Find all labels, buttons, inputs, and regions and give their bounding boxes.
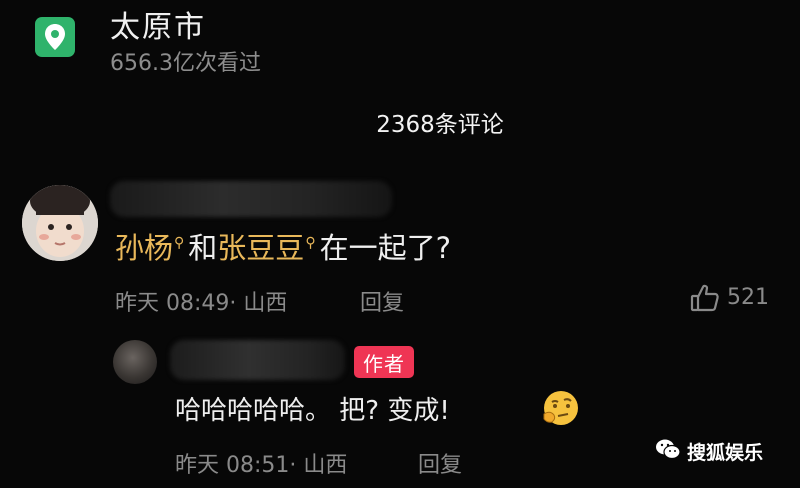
thumbs-up-icon[interactable] [690, 283, 720, 317]
reply-meta: 昨天 08:51· 山西 [175, 447, 347, 479]
mention-link[interactable]: 张豆豆 [217, 231, 304, 265]
comment-body: 在一起了? [319, 231, 451, 265]
blurred-username [110, 181, 392, 217]
comment-time: 昨天 08:49 [115, 291, 230, 316]
author-badge: 作者 [354, 346, 414, 378]
location-name[interactable]: 太原市 [110, 2, 206, 46]
watermark-text: 搜狐娱乐 [687, 442, 764, 464]
avatar[interactable] [113, 340, 157, 384]
like-count: 521 [727, 285, 769, 310]
comment-count-title: 2368条评论 [376, 112, 504, 138]
comment-text: 孙杨⚲ 和张豆豆⚲ 在一起了? [115, 225, 451, 267]
mention-link[interactable]: 孙杨 [115, 231, 173, 265]
location-view-count: 656.3亿次看过 [110, 51, 261, 76]
comment-meta: 昨天 08:49· 山西 [115, 285, 287, 317]
comment-region: · 山西 [229, 291, 288, 316]
watermark: 搜狐娱乐 [655, 438, 763, 465]
thinking-face-icon [540, 388, 580, 432]
search-icon[interactable]: ⚲ [174, 235, 184, 251]
reply-time: 昨天 08:51 [175, 453, 290, 478]
blurred-username [170, 340, 345, 380]
avatar[interactable] [22, 185, 98, 261]
search-icon[interactable]: ⚲ [305, 235, 315, 251]
reply-text: 哈哈哈哈哈。 把? 变成! [175, 396, 450, 426]
comment-connector: 和 [188, 231, 218, 265]
reply-region: · 山西 [289, 453, 348, 478]
wechat-icon [655, 438, 681, 465]
reply-button[interactable]: 回复 [418, 447, 462, 479]
reply-button[interactable]: 回复 [360, 285, 404, 317]
location-pin-icon[interactable] [35, 17, 75, 57]
